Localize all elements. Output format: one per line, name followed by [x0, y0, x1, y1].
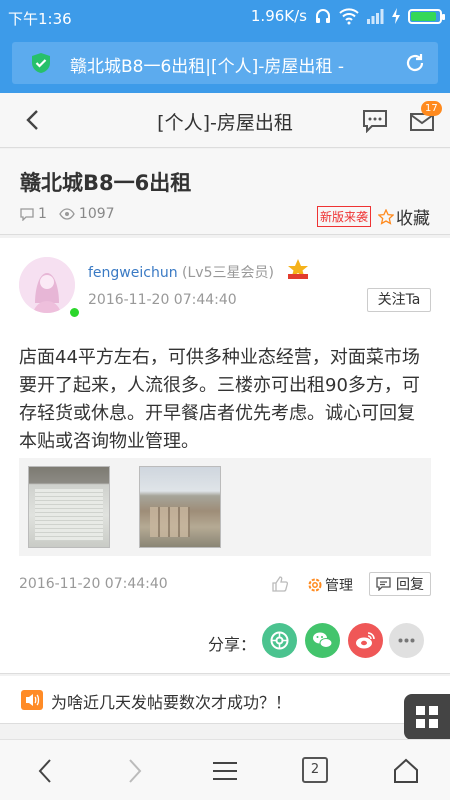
thread-stats: 1 1097: [20, 206, 127, 222]
nav-back-icon[interactable]: [32, 757, 60, 785]
avatar-image: [19, 257, 75, 313]
nav-forward-icon[interactable]: [120, 757, 148, 785]
favorite-label: 收藏: [396, 209, 430, 229]
eye-icon: [59, 208, 75, 220]
new-version-badge[interactable]: 新版来袭: [317, 206, 372, 227]
reply-icon: [376, 577, 391, 591]
net-speed: 1.96K/s: [250, 7, 307, 25]
share-wechat-button[interactable]: [305, 623, 340, 658]
status-right: 1.96K/s: [250, 7, 445, 25]
wechat-icon: [313, 632, 333, 648]
manage-button[interactable]: 管理: [307, 575, 353, 595]
grid-menu-button[interactable]: [404, 694, 450, 740]
browser-toolbar: 赣北城B8一6出租|[个人]-房屋出租 -: [0, 34, 450, 93]
charging-icon: [392, 8, 400, 24]
status-bar: 下午1:36 1.96K/s: [0, 0, 450, 34]
battery-icon: [408, 8, 445, 24]
grid-icon: [416, 706, 425, 715]
post-time: 2016-11-20 07:44:40: [88, 292, 237, 308]
reply-button[interactable]: 回复: [369, 572, 431, 596]
gear-icon: [308, 578, 322, 592]
status-time: 下午1:36: [8, 10, 72, 28]
home-icon[interactable]: [392, 757, 420, 785]
comment-icon: [20, 207, 34, 221]
online-status-dot: [68, 306, 81, 319]
view-count-value: 1097: [78, 206, 115, 222]
reload-icon[interactable]: [404, 52, 426, 74]
share-label: 分享：: [208, 635, 257, 654]
author-name[interactable]: fengweichun: [88, 265, 178, 281]
more-icon: [398, 638, 415, 643]
share-weibo-button[interactable]: [348, 623, 383, 658]
address-bar[interactable]: 赣北城B8一6出租|[个人]-房屋出租 -: [12, 42, 438, 84]
manage-label: 管理: [325, 578, 353, 594]
star-icon: [378, 208, 394, 225]
moments-icon: [270, 631, 289, 650]
page-header: [个人]-房屋出租 17: [0, 93, 450, 148]
headphone-icon: [316, 9, 330, 23]
photo-shopfront[interactable]: [28, 466, 110, 548]
author-line: fengweichun (Lv5三星会员): [88, 262, 274, 282]
avatar[interactable]: [19, 257, 75, 313]
image-gallery: [19, 458, 431, 556]
reply-label: 回复: [396, 577, 424, 593]
photo-aerial-view[interactable]: [139, 466, 221, 548]
thread-header: 赣北城B8一6出租 1 1097 新版来袭 收藏: [0, 149, 450, 235]
notice-text: 为啥近几天发帖要数次才成功？！: [51, 693, 292, 712]
message-icon[interactable]: [362, 109, 388, 133]
share-moments-button[interactable]: [262, 623, 297, 658]
view-count: 1097: [59, 206, 115, 222]
notice-bar[interactable]: 为啥近几天发帖要数次才成功？！: [0, 676, 450, 724]
browser-bottom-nav: 2: [0, 739, 450, 800]
like-icon[interactable]: [271, 575, 289, 593]
weibo-icon: [356, 632, 375, 649]
follow-button[interactable]: 关注Ta: [367, 288, 431, 312]
reply-count-value: 1: [38, 206, 47, 222]
post-content: 店面44平方左右，可供多种业态经营，对面菜市场要开了起来，人流很多。三楼亦可出租…: [19, 347, 420, 452]
menu-icon[interactable]: [211, 757, 239, 785]
thread-title: 赣北城B8一6出租: [20, 171, 192, 195]
shield-check-icon: [32, 53, 50, 73]
post-card: fengweichun (Lv5三星会员) 2016-11-20 07:44:4…: [0, 238, 450, 674]
author-level: (Lv5三星会员): [182, 265, 274, 281]
reply-count: 1: [20, 206, 47, 222]
tabs-count-button[interactable]: 2: [302, 757, 328, 783]
mail-badge: 17: [421, 101, 442, 116]
post-footer-time: 2016-11-20 07:44:40: [19, 576, 168, 592]
share-more-button[interactable]: [389, 623, 424, 658]
favorite-button[interactable]: 收藏: [378, 204, 430, 229]
wifi-icon: [339, 8, 359, 25]
speaker-icon: [21, 690, 43, 710]
url-text: 赣北城B8一6出租|[个人]-房屋出租 -: [70, 57, 344, 77]
signal-icon: [367, 9, 384, 24]
medal-icon: [288, 259, 308, 279]
